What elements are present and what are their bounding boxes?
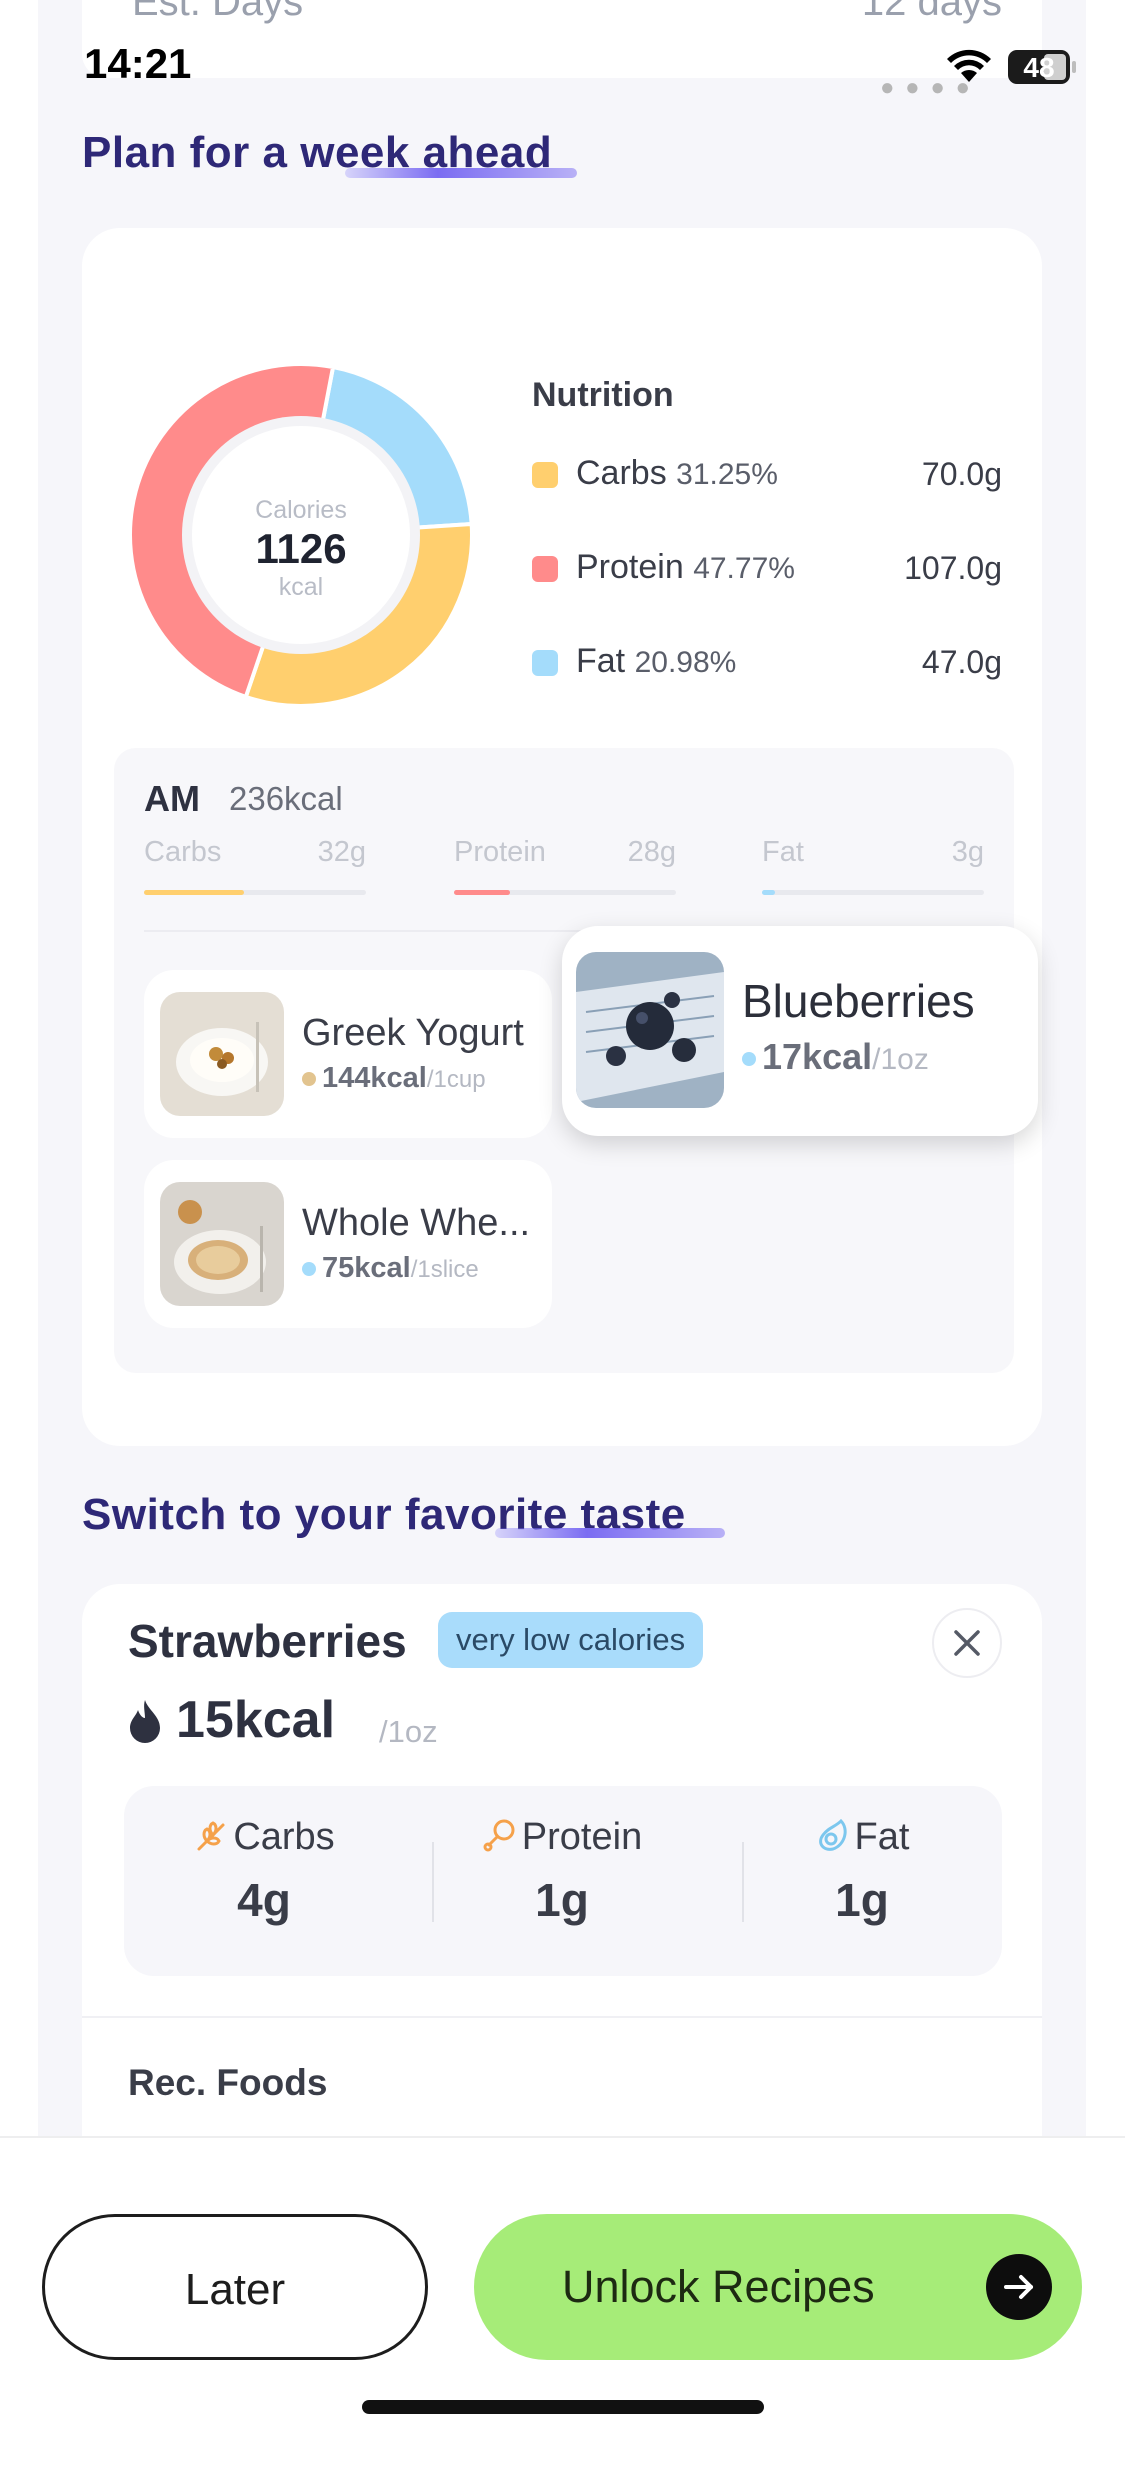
food-item-greek-yogurt[interactable]: Greek Yogurt 144kcal/1cup [144, 970, 552, 1138]
fat-grams: 47.0g [921, 644, 1002, 680]
status-time: 14:21 [84, 40, 192, 87]
food-kcal: 17kcal [762, 1036, 873, 1077]
food-item-whole-wheat[interactable]: Whole Whe... 75kcal/1slice [144, 1160, 552, 1328]
donut-center: Calories 1126 kcal [192, 426, 410, 644]
swap-macro-carbs: Carbs 4g [124, 1816, 404, 1927]
fat-swatch [532, 650, 558, 676]
protein-grams: 107.0g [904, 550, 1002, 586]
home-indicator [362, 2400, 764, 2414]
battery-icon: 48 [1008, 50, 1070, 84]
food-thumbnail [160, 1182, 284, 1306]
calorie-donut-chart: Calories 1126 kcal [128, 362, 474, 708]
swap-carbs-name: Carbs [233, 1816, 335, 1858]
wifi-icon [947, 49, 991, 82]
food-unit: /1cup [426, 1066, 486, 1093]
carbs-grams: 70.0g [921, 456, 1002, 492]
food-name: Whole Whe... [302, 1202, 531, 1244]
meal-title: AM [144, 778, 200, 819]
footer-bar: Later Unlock Recipes [0, 2136, 1125, 2438]
meal-macro-protein: Protein 28g [454, 836, 676, 896]
food-item-blueberries[interactable]: Blueberries 17kcal/1oz [562, 926, 1038, 1136]
avocado-icon [818, 1818, 847, 1851]
food-dot [302, 1072, 316, 1087]
meal-protein-grams: 28g [627, 836, 676, 868]
swap-macro-protein: Protein 1g [422, 1816, 702, 1927]
fat-name: Fat [576, 642, 626, 680]
status-bar: 14:21 ● ● ● ● 48 [0, 0, 1125, 140]
meal-fat-grams: 3g [951, 836, 984, 868]
battery-tip [1072, 61, 1076, 73]
meal-fat-name: Fat [762, 836, 804, 868]
meal-macro-fat: Fat 3g [762, 836, 984, 896]
food-unit: /1oz [872, 1043, 929, 1076]
swap-unit: /1oz [379, 1714, 438, 1749]
food-kcal: 144kcal [322, 1062, 427, 1094]
swap-carbs-value: 4g [237, 1874, 291, 1926]
meal-carbs-name: Carbs [144, 836, 222, 868]
swap-fat-value: 1g [835, 1874, 889, 1926]
food-unit: /1slice [410, 1256, 479, 1283]
meal-kcal: 236kcal [229, 780, 343, 817]
calories-value: 1126 [255, 525, 347, 572]
calories-unit: kcal [278, 573, 324, 601]
swap-protein-name: Protein [521, 1816, 643, 1858]
fat-pct: 20.98% [634, 646, 737, 679]
nutrition-row-protein: Protein 47.77% 107.0g [532, 542, 1002, 592]
meal-protein-name: Protein [454, 836, 546, 868]
swap-food-name: Strawberries [128, 1615, 407, 1667]
nutrition-row-carbs: Carbs 31.25% 70.0g [532, 448, 1002, 498]
battery-level: 48 [1023, 52, 1055, 83]
protein-pct: 47.77% [693, 552, 795, 585]
card-divider [82, 2016, 1042, 2018]
unlock-recipes-label: Unlock Recipes [562, 2261, 875, 2312]
arrow-right-icon [986, 2254, 1052, 2320]
carbs-name: Carbs [576, 454, 667, 492]
nutrition-title: Nutrition [532, 376, 674, 414]
meal-macro-carbs: Carbs 32g [144, 836, 366, 896]
close-button[interactable] [932, 1608, 1002, 1678]
meal-protein-bar [454, 890, 510, 895]
swap-protein-value: 1g [535, 1874, 589, 1926]
heading-underline [345, 168, 577, 178]
carbs-swatch [532, 462, 558, 488]
later-button[interactable]: Later [42, 2214, 428, 2360]
calorie-tag: very low calories [438, 1612, 704, 1668]
food-kcal: 75kcal [322, 1252, 411, 1284]
calories-label: Calories [255, 496, 347, 524]
protein-swatch [532, 556, 558, 582]
heading-underline [495, 1528, 725, 1538]
food-dot [302, 1262, 316, 1277]
swap-fat-name: Fat [854, 1816, 910, 1858]
nutrition-card: Calories 1126 kcal Nutrition Carbs 31.25… [82, 228, 1042, 1446]
food-name: Blueberries [742, 975, 975, 1027]
unlock-recipes-button[interactable]: Unlock Recipes [474, 2214, 1082, 2360]
meal-carbs-bar [144, 890, 244, 895]
drumstick-icon [483, 1819, 515, 1852]
food-thumbnail [160, 992, 284, 1116]
rec-foods-label: Rec. Foods [128, 2062, 328, 2103]
swap-macro-fat: Fat 1g [722, 1816, 1002, 1927]
protein-name: Protein [576, 548, 684, 586]
carbs-pct: 31.25% [676, 458, 778, 491]
wheat-icon [197, 1821, 225, 1851]
food-thumbnail [576, 952, 724, 1108]
close-icon [954, 1630, 980, 1656]
swap-kcal: 15kcal [176, 1691, 336, 1749]
flame-icon [130, 1700, 160, 1743]
meal-carbs-grams: 32g [317, 836, 366, 868]
food-name: Greek Yogurt [302, 1012, 524, 1054]
meal-fat-bar [762, 890, 776, 895]
food-dot [742, 1052, 756, 1067]
swap-macros: Carbs 4g Protein 1g Fat 1g [124, 1786, 1002, 1976]
nutrition-row-fat: Fat 20.98% 47.0g [532, 636, 1002, 686]
